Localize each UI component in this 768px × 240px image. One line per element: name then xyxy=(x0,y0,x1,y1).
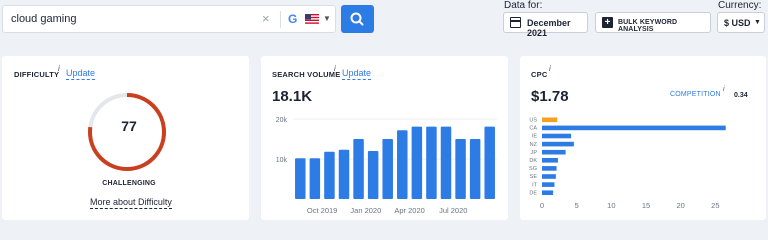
info-icon[interactable]: i xyxy=(723,86,725,93)
difficulty-update-link[interactable]: Update xyxy=(66,68,96,80)
volume-bar xyxy=(484,126,495,199)
volume-bar xyxy=(411,126,423,199)
currency-select[interactable]: $ USD ▼ xyxy=(717,12,765,33)
calendar-icon xyxy=(510,17,521,28)
cpc-bar xyxy=(542,141,574,147)
x-tick-label: 0 xyxy=(540,201,544,210)
competition-label: COMPETITION xyxy=(670,91,721,98)
search-icon xyxy=(350,12,364,26)
country-label: DK xyxy=(529,158,537,164)
cpc-card: CPC i $1.78 COMPETITION i 0.34 US CA IE NZ J… xyxy=(520,56,766,220)
volume-bar xyxy=(309,158,321,199)
currency-label: Currency: xyxy=(718,0,762,11)
x-tick-label: Jan 2020 xyxy=(350,206,381,215)
volume-bar xyxy=(397,130,408,199)
volume-bar xyxy=(426,126,437,199)
data-for-label: Data for: xyxy=(504,0,543,11)
y-tick-label: 10k xyxy=(276,157,288,164)
info-icon[interactable]: i xyxy=(58,64,60,73)
country-label: DE xyxy=(529,190,537,196)
divider xyxy=(280,11,281,28)
x-tick-label: Jul 2020 xyxy=(439,206,467,215)
volume-bar xyxy=(455,139,466,199)
google-icon[interactable]: G xyxy=(288,12,297,26)
country-label: JP xyxy=(531,150,538,156)
search-volume-title: SEARCH VOLUME xyxy=(272,70,341,79)
cpc-bar xyxy=(542,125,726,131)
info-icon[interactable]: i xyxy=(549,64,551,73)
search-volume-chart: 20k 10k Oct 2019 Jan 2020 Apr 2020 Jul 2020 xyxy=(276,117,497,215)
country-label: SG xyxy=(529,166,537,172)
us-flag-icon[interactable] xyxy=(305,14,319,24)
cpc-bar xyxy=(542,174,556,179)
x-tick-label: 5 xyxy=(575,201,579,210)
date-label: December 2021 xyxy=(527,18,571,38)
date-select-button[interactable]: December 2021 xyxy=(503,12,588,38)
volume-bar xyxy=(324,151,335,199)
cpc-bar xyxy=(542,149,566,155)
search-query[interactable]: cloud gaming xyxy=(11,13,76,25)
more-about-difficulty-link[interactable]: More about Difficulty xyxy=(90,197,172,209)
volume-bar xyxy=(440,126,452,199)
volume-bar xyxy=(295,158,306,199)
cpc-title: CPC xyxy=(531,70,548,79)
difficulty-level: CHALLENGING xyxy=(102,180,156,187)
chevron-down-icon[interactable]: ▼ xyxy=(323,14,331,23)
x-tick-label: Oct 2019 xyxy=(307,206,337,215)
country-label: SE xyxy=(530,174,538,180)
country-label: CA xyxy=(529,126,537,132)
x-tick-label: 15 xyxy=(642,201,650,210)
x-tick-label: 25 xyxy=(711,201,719,210)
difficulty-value: 77 xyxy=(121,118,137,134)
competition-value: 0.34 xyxy=(734,92,748,99)
cpc-value: $1.78 xyxy=(531,88,569,105)
cpc-bar xyxy=(542,158,558,163)
bulk-label: BULK KEYWORD ANALYSIS xyxy=(618,19,678,33)
currency-value: $ USD xyxy=(724,18,751,28)
volume-bar xyxy=(382,139,393,199)
volume-bar xyxy=(367,151,379,199)
bulk-keyword-analysis-button[interactable]: + BULK KEYWORD ANALYSIS xyxy=(595,12,711,33)
close-icon[interactable]: × xyxy=(262,12,270,26)
search-button[interactable] xyxy=(341,5,374,33)
cpc-bar xyxy=(542,117,558,123)
country-label: US xyxy=(529,118,537,124)
volume-bar xyxy=(338,149,350,199)
volume-bar xyxy=(353,139,364,199)
volume-bar xyxy=(469,139,481,199)
cpc-bar xyxy=(542,133,572,139)
y-tick-label: 20k xyxy=(276,117,288,124)
chevron-down-icon: ▼ xyxy=(754,19,761,26)
search-volume-card: SEARCH VOLUME i Update 18.1K 20k 10k Oct 2… xyxy=(261,56,508,220)
search-volume-total: 18.1K xyxy=(272,88,313,105)
search-input[interactable]: cloud gaming × G ▼ xyxy=(2,5,336,33)
country-label: IT xyxy=(532,182,538,188)
info-icon[interactable]: i xyxy=(334,64,336,73)
plus-square-icon: + xyxy=(602,17,613,28)
cpc-bar xyxy=(542,182,555,187)
cpc-country-chart: US CA IE NZ JP DK SG SE IT DE0 5 10 15 20 25 xyxy=(529,117,726,210)
x-tick-label: Apr 2020 xyxy=(394,206,424,215)
difficulty-card: DIFFICULTY i Update 77 CHALLENGING More … xyxy=(2,56,249,220)
cpc-bar xyxy=(542,166,557,171)
country-label: NZ xyxy=(530,142,538,148)
country-label: IE xyxy=(532,134,538,140)
difficulty-title: DIFFICULTY xyxy=(14,70,60,79)
cpc-bar xyxy=(542,190,554,195)
x-tick-label: 10 xyxy=(607,201,615,210)
x-tick-label: 20 xyxy=(676,201,684,210)
volume-update-link[interactable]: Update xyxy=(342,68,372,80)
